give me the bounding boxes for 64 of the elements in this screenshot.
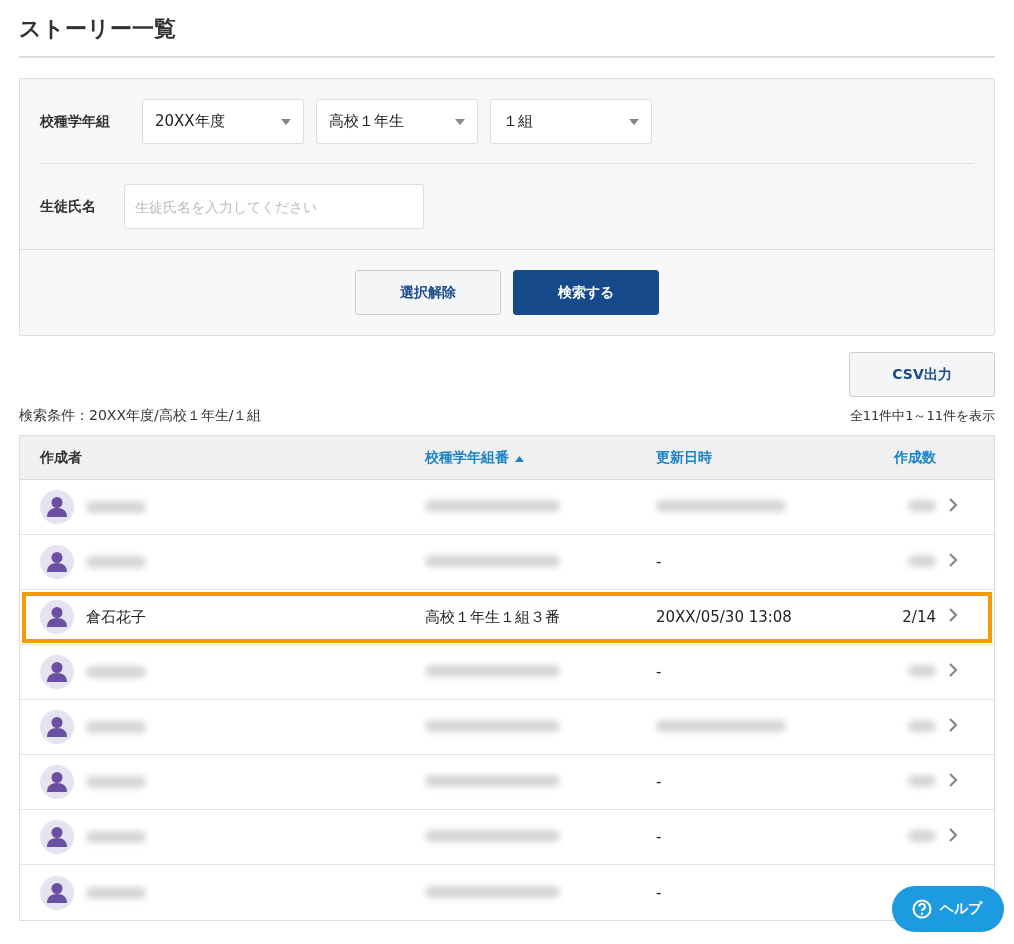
- table-row[interactable]: 倉石花子 高校１年生１組３番 20XX/05/30 13:08 2/14: [20, 590, 994, 645]
- column-header[interactable]: 更新日時: [656, 448, 712, 465]
- dropdown[interactable]: １組: [490, 99, 652, 144]
- clear-button[interactable]: 選択解除: [355, 270, 501, 315]
- blurred-text: [908, 500, 936, 512]
- chevron-right-icon: [948, 828, 958, 842]
- chevron-right-icon: [948, 498, 958, 512]
- column-header[interactable]: 作成数: [894, 448, 936, 465]
- chevron-right-icon: [948, 608, 958, 622]
- table-row[interactable]: -: [20, 755, 994, 810]
- dropdown[interactable]: 高校１年生: [316, 99, 478, 144]
- table-cell: -: [656, 883, 662, 902]
- sort-ascending-icon: [515, 455, 524, 462]
- search-conditions: 検索条件：20XX年度/高校１年生/１組: [19, 407, 262, 425]
- user-avatar-icon: [40, 600, 74, 634]
- field-label: 生徒氏名: [40, 197, 97, 216]
- dropdown[interactable]: 20XX年度: [142, 99, 304, 144]
- user-avatar-icon: [40, 820, 74, 854]
- table-cell: -: [656, 553, 662, 571]
- help-icon: [912, 899, 932, 919]
- blurred-text: [908, 555, 936, 567]
- table-cell: -: [656, 828, 662, 846]
- blurred-text: [908, 720, 936, 732]
- blurred-text: [86, 666, 146, 678]
- chevron-right-icon: [948, 718, 958, 732]
- table-cell: 20XX/05/30 13:08: [656, 608, 792, 626]
- search-button[interactable]: 検索する: [513, 270, 659, 315]
- table-row[interactable]: -: [20, 535, 994, 590]
- result-count: 全11件中1～11件を表示: [849, 407, 995, 425]
- blurred-text: [86, 721, 146, 733]
- table-cell: -: [656, 663, 662, 681]
- table-row[interactable]: -: [20, 810, 994, 865]
- table-cell: 2/14: [902, 608, 936, 626]
- name-input-field[interactable]: 生徒氏名を入力してください: [124, 184, 424, 229]
- blurred-text: [86, 886, 146, 899]
- csv-export-button[interactable]: CSV出力: [849, 352, 995, 397]
- blurred-text: [86, 556, 146, 568]
- table-cell: 高校１年生１組３番: [425, 607, 560, 626]
- field-label: 校種学年組: [40, 112, 111, 131]
- user-avatar-icon: [40, 710, 74, 744]
- chevron-right-icon: [948, 663, 958, 677]
- user-avatar-icon: [40, 765, 74, 799]
- chevron-right-icon: [948, 773, 958, 787]
- author-name: 倉石花子: [86, 607, 146, 627]
- dropdown-caret-icon: [281, 118, 291, 125]
- table-cell: -: [656, 773, 662, 791]
- chevron-right-icon: [948, 553, 958, 567]
- blurred-text: [86, 831, 146, 843]
- blurred-text: [908, 665, 936, 677]
- blurred-text: [86, 501, 146, 513]
- user-avatar-icon: [40, 490, 74, 524]
- dropdown-caret-icon: [455, 118, 465, 125]
- column-header: 作成者: [40, 448, 82, 465]
- table-row[interactable]: -: [20, 645, 994, 700]
- dropdown-caret-icon: [629, 118, 639, 125]
- page-title: ストーリー一覧: [19, 14, 995, 58]
- blurred-text: [908, 830, 936, 842]
- user-avatar-icon: [40, 545, 74, 579]
- user-avatar-icon: [40, 875, 74, 910]
- column-header[interactable]: 校種学年組番: [425, 448, 524, 465]
- table-row[interactable]: -: [20, 865, 886, 920]
- blurred-text: [908, 775, 936, 787]
- blurred-text: [86, 776, 146, 788]
- user-avatar-icon: [40, 655, 74, 689]
